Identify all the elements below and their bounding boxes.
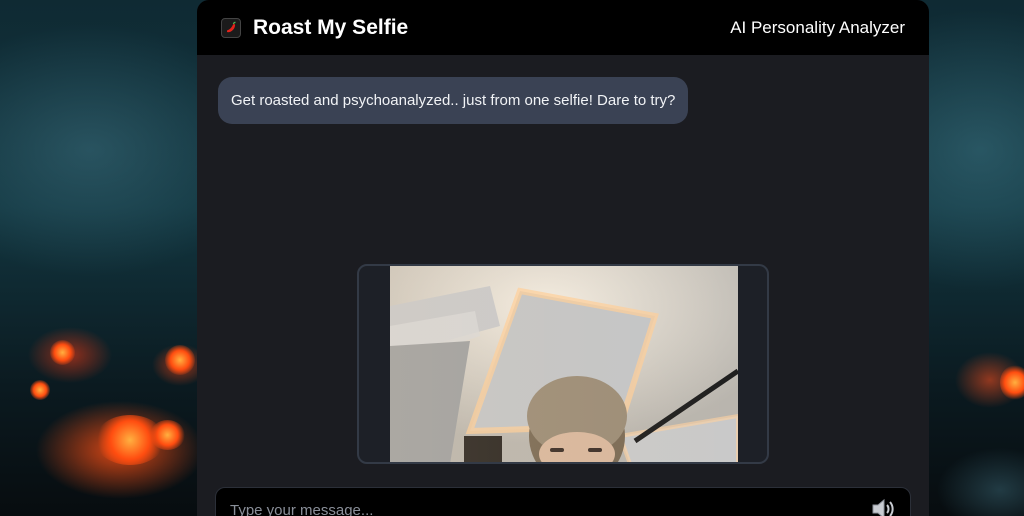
microphone-icon[interactable] [870, 496, 896, 516]
ember-glow [30, 380, 50, 400]
chili-pepper-icon [221, 17, 241, 38]
ember-glow [1000, 365, 1024, 400]
message-composer [215, 487, 911, 516]
app-header: Roast My Selfie AI Personality Analyzer [197, 0, 929, 55]
selfie-image [390, 266, 738, 462]
brand: Roast My Selfie [221, 16, 408, 40]
app-subtitle: AI Personality Analyzer [730, 17, 905, 37]
camera-preview[interactable] [357, 264, 769, 464]
ember-glow [50, 340, 75, 365]
chat-panel: Roast My Selfie AI Personality Analyzer … [197, 0, 929, 516]
ember-glow [150, 420, 185, 450]
app-title: Roast My Selfie [253, 15, 409, 39]
bot-message: Get roasted and psychoanalyzed.. just fr… [218, 77, 689, 124]
ember-glow [165, 345, 195, 375]
message-input[interactable] [230, 502, 870, 516]
